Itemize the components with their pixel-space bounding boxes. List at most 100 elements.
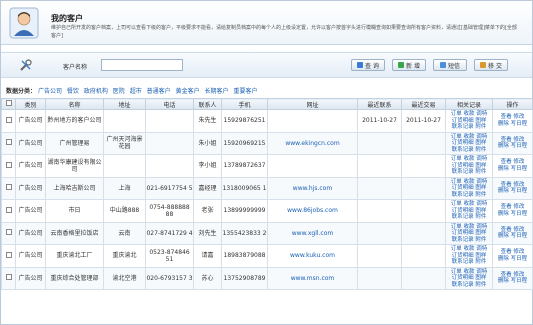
row-checkbox[interactable] (5, 161, 12, 168)
action-links[interactable]: 删除 写日程 (498, 211, 527, 217)
record-links[interactable]: 订单 收款 调特 (451, 111, 488, 117)
action-links[interactable]: 查看 修改 (501, 159, 525, 165)
row-checkbox[interactable] (5, 116, 12, 123)
row-select[interactable] (1, 244, 16, 268)
record-links[interactable]: 订货明细 图样 (452, 253, 487, 259)
cell-phone (145, 109, 194, 133)
record-links[interactable]: 订单 收款 调特 (451, 156, 488, 162)
record-links[interactable]: 订单 收款 调特 (451, 224, 488, 230)
cell-website[interactable]: www.kuku.com (267, 244, 358, 268)
cell-mobile: 15929876251 (221, 109, 268, 133)
action-links[interactable]: 删除 写日程 (498, 233, 527, 239)
add-button[interactable]: 新 增 (392, 59, 426, 71)
record-links[interactable]: 联系记录 附件 (452, 147, 487, 153)
row-select[interactable] (1, 199, 16, 223)
row-checkbox[interactable] (5, 251, 12, 258)
cell-website[interactable] (267, 154, 358, 178)
record-links[interactable]: 订单 收款 调特 (451, 201, 488, 207)
cell-website[interactable]: www.msn.com (267, 266, 358, 290)
cell-website[interactable]: www.xgll.com (267, 221, 358, 245)
record-links[interactable]: 订货明细 图样 (452, 230, 487, 236)
row-select[interactable] (1, 221, 16, 245)
customer-name-input[interactable] (101, 59, 183, 71)
header-select[interactable] (1, 98, 16, 110)
row-checkbox[interactable] (5, 229, 12, 236)
cell-actions: 查看 修改 删除 写日程 (492, 176, 533, 200)
table-row[interactable]: 广告公司 黔州地方的客户公司 朱先生 15929876251 2011-10-27 201… (1, 109, 533, 133)
row-checkbox[interactable] (5, 206, 12, 213)
cell-actions: 查看 修改 删除 写日程 (492, 109, 533, 133)
action-links[interactable]: 查看 修改 (501, 182, 525, 188)
record-links[interactable]: 订单 收款 调特 (451, 134, 488, 140)
category-link[interactable]: 普通客户 (147, 88, 171, 95)
cell-category: 广告公司 (15, 244, 46, 268)
row-select[interactable] (1, 154, 16, 178)
record-links[interactable]: 订货明细 图样 (452, 208, 487, 214)
cell-last-contact (357, 131, 402, 155)
record-links[interactable]: 订货明细 图样 (452, 140, 487, 146)
cell-website[interactable]: www.hjs.com (267, 176, 358, 200)
record-links[interactable]: 联系记录 附件 (452, 169, 487, 175)
action-links[interactable]: 删除 写日程 (498, 121, 527, 127)
record-links[interactable]: 订单 收款 调特 (451, 179, 488, 185)
table-row[interactable]: 广告公司 上海哈吉斯公司 上海 021-6917754 5 嘉经理 1318009065 … (1, 176, 533, 200)
record-links[interactable]: 联系记录 附件 (452, 124, 487, 130)
record-links[interactable]: 订货明细 图样 (452, 275, 487, 281)
cell-name: 湖南华康建设有限公司 (45, 154, 104, 178)
category-link[interactable]: 超市 (130, 88, 142, 95)
cell-mobile: 1318009065 1 (221, 176, 268, 200)
action-links[interactable]: 删除 写日程 (498, 166, 527, 172)
action-links[interactable]: 删除 写日程 (498, 278, 527, 284)
record-links[interactable]: 联系记录 附件 (452, 259, 487, 265)
record-links[interactable]: 订单 收款 调特 (451, 269, 488, 275)
category-link[interactable]: 长期客户 (205, 88, 229, 95)
cell-website[interactable]: www.ekingcn.com (267, 131, 358, 155)
category-link[interactable]: 黄金客户 (176, 88, 200, 95)
action-links[interactable]: 删除 写日程 (498, 256, 527, 262)
category-link[interactable]: 餐饮 (67, 88, 79, 95)
record-links[interactable]: 联系记录 附件 (452, 282, 487, 288)
action-links[interactable]: 删除 写日程 (498, 143, 527, 149)
row-select[interactable] (1, 266, 16, 290)
row-select[interactable] (1, 109, 16, 133)
table-row[interactable]: 广告公司 广州管理易 广州天河海景花园 朱小姐 15920969215 www.eking… (1, 131, 533, 155)
action-links[interactable]: 查看 修改 (501, 227, 525, 233)
sms-button[interactable]: 短信 (433, 59, 467, 71)
select-all-checkbox[interactable] (5, 100, 12, 106)
record-links[interactable]: 联系记录 附件 (452, 214, 487, 220)
row-select[interactable] (1, 176, 16, 200)
query-button[interactable]: 查 询 (351, 59, 385, 71)
category-link[interactable]: 医院 (113, 88, 125, 95)
cell-website[interactable]: www.86jobs.com (267, 199, 358, 223)
cell-website[interactable] (267, 109, 358, 133)
row-checkbox[interactable] (5, 274, 12, 281)
row-checkbox[interactable] (5, 184, 12, 191)
action-links[interactable]: 删除 写日程 (498, 188, 527, 194)
action-links[interactable]: 查看 修改 (501, 272, 525, 278)
record-links[interactable]: 订单 收款 调特 (451, 246, 488, 252)
action-links[interactable]: 查看 修改 (501, 249, 525, 255)
cell-last-contact (357, 199, 402, 223)
row-checkbox[interactable] (5, 139, 12, 146)
record-links[interactable]: 订货明细 图样 (452, 185, 487, 191)
table-row[interactable]: 广告公司 湖南华康建设有限公司 李小姐 13789872637 订单 收款 调特 订货明细… (1, 154, 533, 178)
cell-actions: 查看 修改 删除 写日程 (492, 221, 533, 245)
action-links[interactable]: 查看 修改 (501, 137, 525, 143)
record-links[interactable]: 联系记录 附件 (452, 192, 487, 198)
record-links[interactable]: 联系记录 附件 (452, 237, 487, 243)
category-link[interactable]: 政府机构 (84, 88, 108, 95)
cell-last-deal (401, 131, 446, 155)
table-row[interactable]: 广告公司 重庆综合处管理部 渝北空港 020-6793157 3 苏心 137529087… (1, 266, 533, 290)
row-select[interactable] (1, 131, 16, 155)
category-link[interactable]: 重要客户 (233, 88, 257, 95)
table-row[interactable]: 广告公司 重庆渝北工厂 重庆渝北 0523-874846 51 请嘉 1898387908… (1, 244, 533, 268)
record-links[interactable]: 订货明细 图样 (452, 118, 487, 124)
table-row[interactable]: 广告公司 市日 中山路888 0754-888888 88 老张 13899999999 w… (1, 199, 533, 223)
cell-name: 重庆综合处管理部 (45, 266, 104, 290)
action-links[interactable]: 查看 修改 (501, 204, 525, 210)
category-link[interactable]: 广告公司 (38, 88, 62, 95)
transfer-button[interactable]: 移 交 (474, 59, 508, 71)
record-links[interactable]: 订货明细 图样 (452, 163, 487, 169)
table-row[interactable]: 广告公司 云南香格里拉饭店 云南 027-8741729 4 刘先生 1355423833… (1, 221, 533, 245)
action-links[interactable]: 查看 修改 (501, 114, 525, 120)
